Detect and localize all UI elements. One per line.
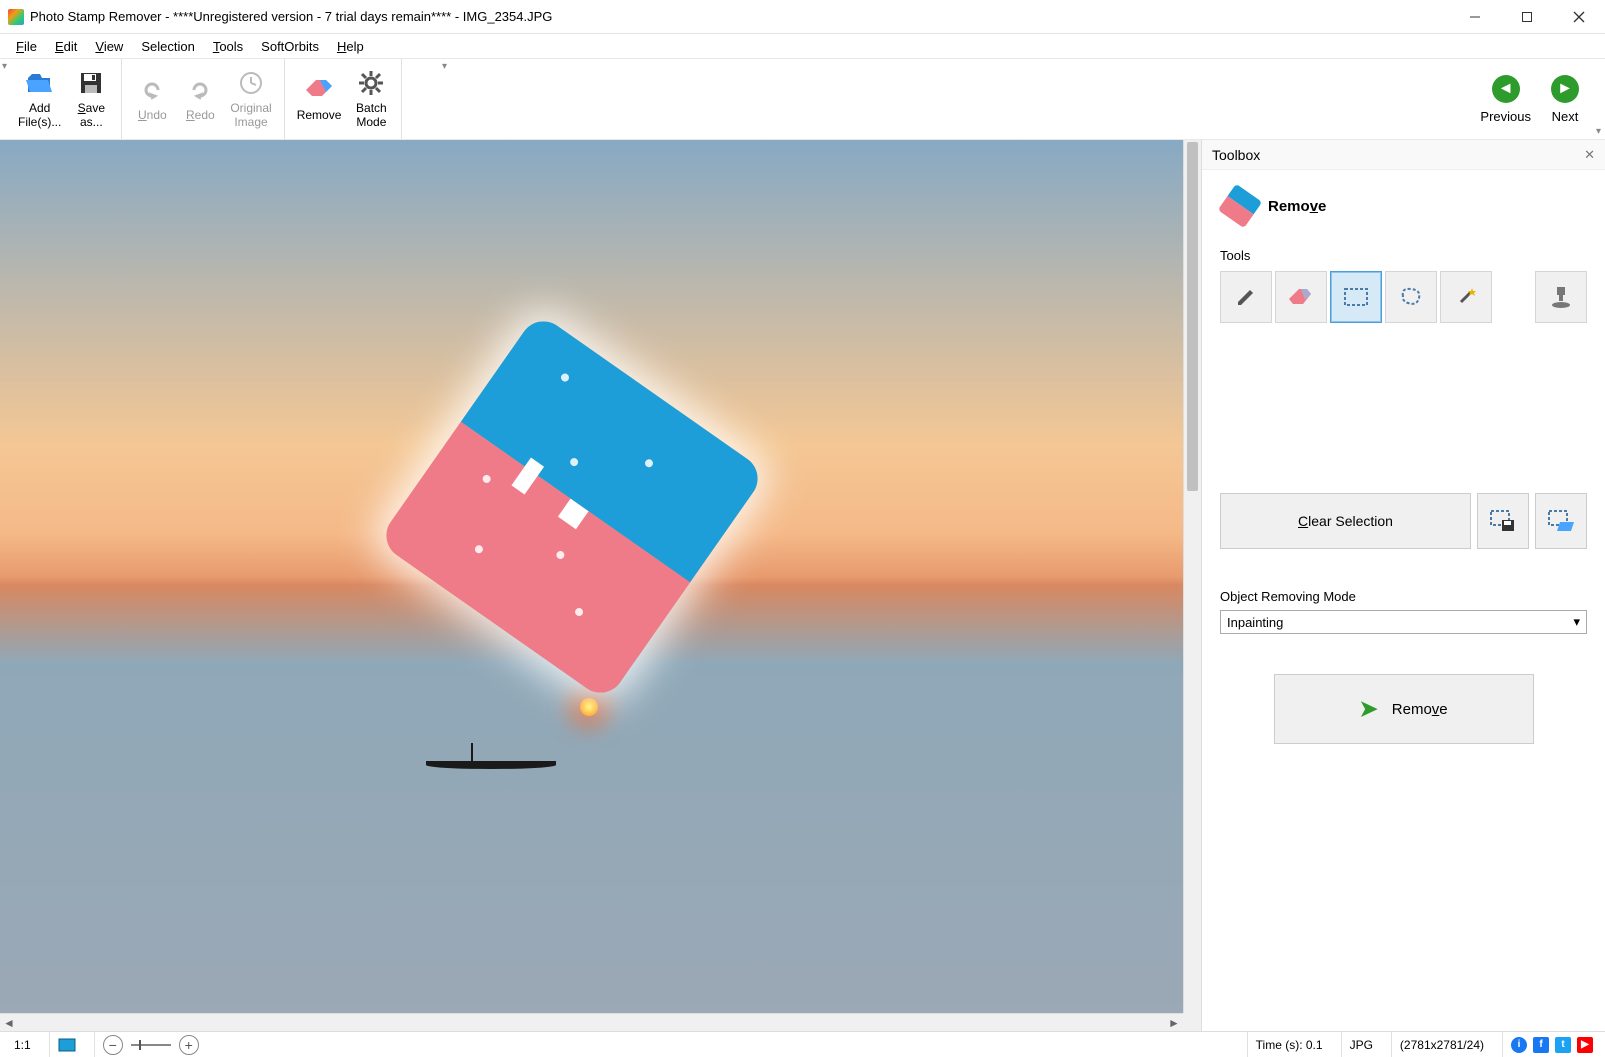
- eraser-icon: [1218, 184, 1263, 229]
- toolbar-overflow-right[interactable]: ▾: [1596, 126, 1601, 137]
- save-icon: [77, 69, 105, 97]
- remove-button[interactable]: Remove: [291, 64, 348, 134]
- zoom-controls: − +: [94, 1032, 207, 1057]
- toolbox-section-title: Remove: [1268, 198, 1326, 215]
- menu-file[interactable]: File: [8, 37, 45, 56]
- toolbox-section-header: Remove: [1220, 182, 1587, 230]
- add-files-button[interactable]: AddFile(s)...: [12, 64, 67, 134]
- next-label: Next: [1552, 109, 1579, 124]
- load-selection-button[interactable]: [1535, 493, 1587, 549]
- canvas-viewport[interactable]: ◄ ►: [0, 140, 1201, 1031]
- clock-icon: [237, 69, 265, 97]
- arrow-right-icon: ➤: [1359, 696, 1377, 722]
- add-files-icon: [26, 69, 54, 97]
- fit-screen-button[interactable]: [49, 1032, 84, 1057]
- free-select-tool-button[interactable]: [1385, 271, 1437, 323]
- batch-mode-button[interactable]: BatchMode: [347, 64, 395, 134]
- menu-view[interactable]: View: [87, 37, 131, 56]
- zoom-slider[interactable]: [131, 1044, 171, 1046]
- info-icon[interactable]: i: [1511, 1037, 1527, 1053]
- object-removing-mode-select[interactable]: Inpainting ▾: [1220, 610, 1587, 634]
- dimensions-label: (2781x2781/24): [1391, 1032, 1492, 1057]
- sun-graphic: [580, 698, 598, 716]
- redo-button[interactable]: Redo: [176, 64, 224, 134]
- original-image-button[interactable]: OriginalImage: [224, 64, 277, 134]
- toolbox-title: Toolbox: [1212, 147, 1260, 163]
- clear-selection-button[interactable]: Clear Selection: [1220, 493, 1471, 549]
- youtube-icon[interactable]: ▶: [1577, 1037, 1593, 1053]
- zoom-in-button[interactable]: +: [179, 1035, 199, 1055]
- magic-wand-tool-button[interactable]: [1440, 271, 1492, 323]
- scroll-corner: [1183, 1013, 1201, 1031]
- window-title: Photo Stamp Remover - ****Unregistered v…: [30, 9, 1449, 24]
- remove-action-button[interactable]: ➤ Remove: [1274, 674, 1534, 744]
- save-as-button[interactable]: Saveas...: [67, 64, 115, 134]
- time-label: Time (s): 0.1: [1247, 1032, 1331, 1057]
- menu-selection[interactable]: Selection: [133, 37, 202, 56]
- toolbox-panel: Toolbox ✕ Remove Tools: [1201, 140, 1605, 1031]
- object-removing-mode-label: Object Removing Mode: [1220, 589, 1587, 604]
- statusbar: 1:1 − + Time (s): 0.1 JPG (2781x2781/24)…: [0, 1031, 1605, 1057]
- pencil-tool-button[interactable]: [1220, 271, 1272, 323]
- mode-select-value: Inpainting: [1227, 615, 1283, 630]
- chevron-down-icon: ▾: [1573, 614, 1580, 630]
- app-icon: [8, 9, 24, 25]
- twitter-icon[interactable]: t: [1555, 1037, 1571, 1053]
- eraser-brush-tool-button[interactable]: [1275, 271, 1327, 323]
- clone-stamp-tool-button[interactable]: [1535, 271, 1587, 323]
- toolbar: ▾ AddFile(s)... Saveas... Undo Redo: [0, 58, 1605, 140]
- scroll-left-icon[interactable]: ◄: [0, 1014, 18, 1032]
- vertical-scrollbar[interactable]: [1183, 140, 1201, 1013]
- format-label: JPG: [1341, 1032, 1381, 1057]
- image-preview[interactable]: [0, 140, 1183, 1013]
- save-selection-button[interactable]: [1477, 493, 1529, 549]
- horizontal-scrollbar[interactable]: ◄ ►: [0, 1013, 1183, 1031]
- canvas-area: ◄ ►: [0, 140, 1201, 1031]
- titlebar: Photo Stamp Remover - ****Unregistered v…: [0, 0, 1605, 34]
- remove-action-label: Remove: [1392, 701, 1448, 718]
- gear-icon: [357, 69, 385, 97]
- menu-edit[interactable]: Edit: [47, 37, 85, 56]
- toolbox-close-button[interactable]: ✕: [1584, 147, 1595, 163]
- close-button[interactable]: [1553, 0, 1605, 34]
- minimize-button[interactable]: [1449, 0, 1501, 34]
- menubar: File Edit View Selection Tools SoftOrbit…: [0, 34, 1605, 58]
- toolbox-header: Toolbox ✕: [1202, 140, 1605, 170]
- maximize-button[interactable]: [1501, 0, 1553, 34]
- zoom-out-button[interactable]: −: [103, 1035, 123, 1055]
- previous-icon: ◄: [1492, 75, 1520, 103]
- facebook-icon[interactable]: f: [1533, 1037, 1549, 1053]
- previous-label: Previous: [1480, 109, 1531, 124]
- eraser-logo-graphic: [377, 312, 767, 702]
- toolbar-overflow-mid[interactable]: ▾: [442, 61, 447, 72]
- next-button[interactable]: ► Next: [1541, 71, 1589, 128]
- menu-softorbits[interactable]: SoftOrbits: [253, 37, 327, 56]
- scroll-right-icon[interactable]: ►: [1165, 1014, 1183, 1032]
- rectangle-marquee-tool-button[interactable]: [1330, 271, 1382, 323]
- remove-label: Remove: [297, 108, 342, 122]
- boat-graphic: [426, 745, 556, 769]
- tools-group-label: Tools: [1220, 248, 1587, 263]
- eraser-icon: [305, 76, 333, 104]
- menu-tools[interactable]: Tools: [205, 37, 251, 56]
- tools-row: [1220, 271, 1587, 323]
- previous-button[interactable]: ◄ Previous: [1470, 71, 1541, 128]
- toolbar-overflow-top-left[interactable]: ▾: [2, 61, 7, 72]
- undo-button[interactable]: Undo: [128, 64, 176, 134]
- menu-help[interactable]: Help: [329, 37, 372, 56]
- next-icon: ►: [1551, 75, 1579, 103]
- zoom-ratio-label[interactable]: 1:1: [6, 1032, 39, 1057]
- undo-icon: [138, 76, 166, 104]
- redo-icon: [186, 76, 214, 104]
